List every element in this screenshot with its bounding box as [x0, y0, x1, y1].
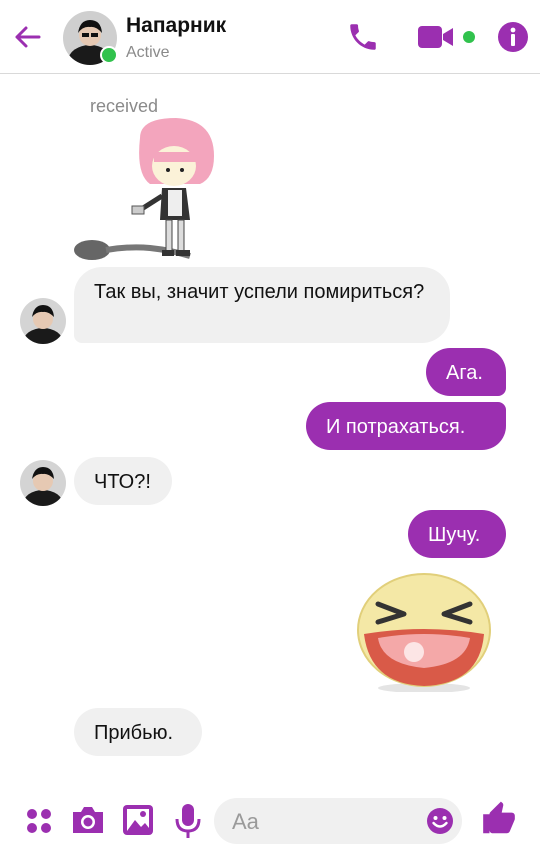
chat-header: Напарник Active — [0, 0, 540, 74]
back-arrow-icon[interactable] — [12, 22, 42, 52]
message-input-placeholder: Aa — [232, 809, 259, 834]
received-label: received — [90, 96, 159, 116]
online-status-dot — [100, 46, 118, 64]
camera-icon[interactable] — [70, 804, 106, 836]
contact-status: Active — [126, 44, 170, 61]
laughing-face-sticker-image[interactable] — [356, 572, 492, 692]
incoming-message[interactable]: Так вы, значит успели помириться? — [74, 267, 450, 343]
emoji-icon[interactable] — [426, 807, 454, 835]
message-input[interactable]: Aa — [214, 798, 462, 844]
thumbs-up-icon[interactable] — [480, 800, 518, 838]
contact-name[interactable]: Напарник — [126, 14, 226, 38]
info-icon[interactable] — [497, 21, 529, 53]
video-camera-icon[interactable] — [417, 24, 455, 50]
gallery-icon[interactable] — [121, 803, 155, 837]
phone-icon[interactable] — [346, 20, 380, 54]
apps-icon[interactable] — [24, 806, 54, 836]
incoming-message[interactable]: Прибью. — [74, 708, 202, 756]
outgoing-message[interactable]: Шучу. — [408, 510, 506, 558]
contact-avatar-small[interactable] — [20, 460, 66, 506]
video-active-dot-icon — [463, 31, 475, 43]
outgoing-message[interactable]: И потрахаться. — [306, 402, 506, 450]
incoming-message[interactable]: ЧТО?! — [74, 457, 172, 505]
girl-sticker-image[interactable] — [70, 118, 230, 268]
contact-avatar-small[interactable] — [20, 298, 66, 344]
microphone-icon[interactable] — [174, 803, 202, 839]
outgoing-message[interactable]: Ага. — [426, 348, 506, 396]
